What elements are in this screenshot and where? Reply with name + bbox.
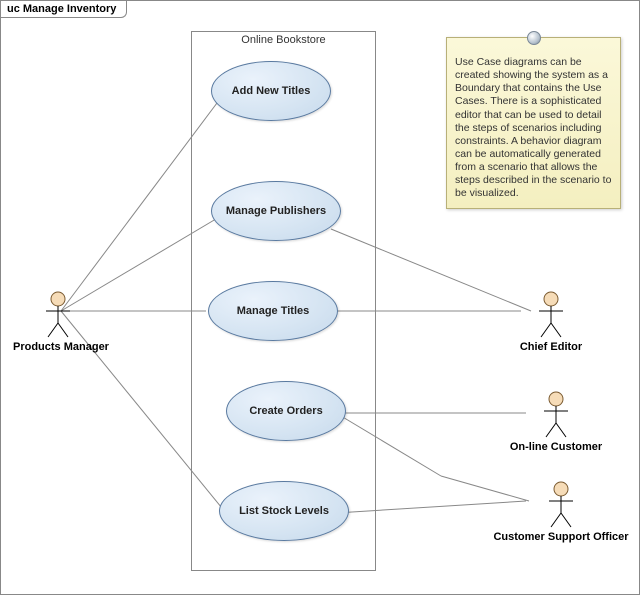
actor-label: On-line Customer (506, 441, 606, 453)
actor-label: Customer Support Officer (491, 531, 631, 543)
usecase-label: Manage Publishers (226, 205, 326, 217)
actor-customer-support-officer[interactable]: Customer Support Officer (491, 481, 631, 543)
usecase-label: Manage Titles (237, 305, 310, 317)
diagram-frame: uc Manage Inventory Online Bookstore Add… (0, 0, 640, 595)
usecase-label: Create Orders (249, 405, 322, 417)
usecase-list-stock-levels[interactable]: List Stock Levels (219, 481, 349, 541)
actor-label: Products Manager (13, 341, 103, 353)
explanatory-note: Use Case diagrams can be created showing… (446, 37, 621, 209)
actor-chief-editor[interactable]: Chief Editor (511, 291, 591, 353)
note-text: Use Case diagrams can be created showing… (455, 56, 611, 199)
usecase-create-orders[interactable]: Create Orders (226, 381, 346, 441)
actor-label: Chief Editor (511, 341, 591, 353)
actor-products-manager[interactable]: Products Manager (13, 291, 103, 353)
usecase-add-new-titles[interactable]: Add New Titles (211, 61, 331, 121)
boundary-title: Online Bookstore (192, 34, 375, 46)
pin-icon (527, 31, 541, 45)
frame-title: uc Manage Inventory (1, 1, 127, 18)
actor-online-customer[interactable]: On-line Customer (506, 391, 606, 453)
usecase-manage-titles[interactable]: Manage Titles (208, 281, 338, 341)
usecase-manage-publishers[interactable]: Manage Publishers (211, 181, 341, 241)
usecase-label: List Stock Levels (239, 505, 329, 517)
usecase-label: Add New Titles (232, 85, 311, 97)
